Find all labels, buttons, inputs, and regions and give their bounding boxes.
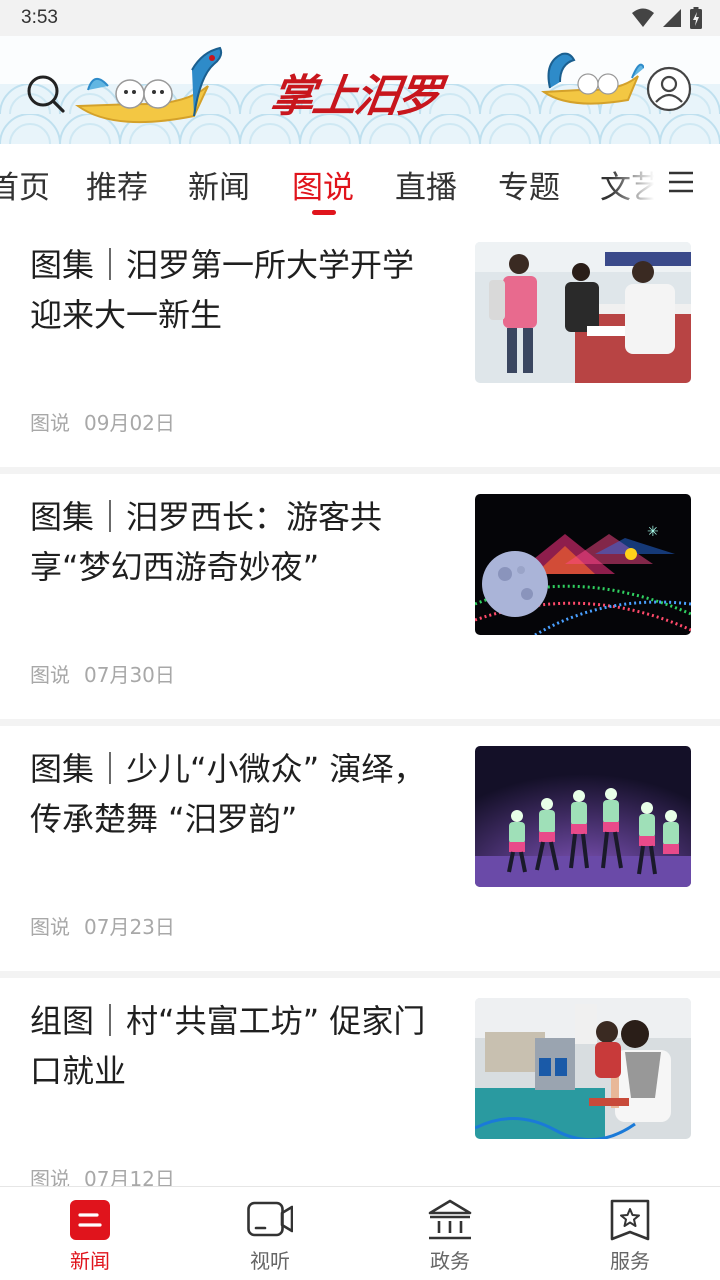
status-icons: [632, 7, 702, 29]
feed-item[interactable]: 图集｜汨罗第一所大学开学迎来大一新生 图说 09月02日: [0, 222, 720, 467]
svg-text:✳: ✳: [647, 524, 659, 540]
nav-news-label: 新闻: [70, 1249, 110, 1273]
tabs-fade: [610, 144, 662, 222]
nav-government-label: 政务: [430, 1249, 470, 1273]
nav-service[interactable]: 服务: [540, 1187, 720, 1280]
nav-government[interactable]: 政务: [360, 1187, 540, 1280]
tab-topics[interactable]: 专题: [498, 162, 560, 207]
feed-separator: [0, 467, 720, 474]
dragon-boat-decoration-right: [541, 52, 644, 105]
feed-separator: [0, 719, 720, 726]
tab-news[interactable]: 新闻: [188, 162, 250, 207]
government-building-icon: [428, 1199, 472, 1240]
status-time: 3:53: [21, 7, 58, 28]
feed-item-title[interactable]: 图集｜汨罗第一所大学开学迎来大一新生: [30, 240, 444, 340]
feed-item-date: 07月23日: [84, 915, 175, 939]
hamburger-menu-icon: [669, 171, 693, 193]
feed-item[interactable]: 图集｜汨罗西长：游客共享“梦幻西游奇妙夜” 图说 07月30日 ✳: [0, 474, 720, 719]
battery-icon: [690, 7, 702, 29]
feed-item-date: 07月30日: [84, 663, 175, 687]
tab-photo-stories[interactable]: 图说: [292, 162, 354, 207]
video-camera-icon: [247, 1201, 293, 1237]
search-icon: [27, 75, 65, 113]
news-icon: [70, 1200, 110, 1240]
feed-item[interactable]: 图集｜少儿“小微众” 演绎，传承楚舞 “汨罗韵” 图说 07月23日: [0, 726, 720, 971]
feed-item-title[interactable]: 组图｜村“共富工坊” 促家门口就业: [30, 996, 444, 1096]
service-bookmark-icon: [610, 1199, 650, 1241]
user-profile-button[interactable]: [646, 66, 692, 112]
tab-live[interactable]: 直播: [395, 162, 457, 207]
search-button[interactable]: [24, 72, 68, 116]
feed-item-title[interactable]: 图集｜汨罗西长：游客共享“梦幻西游奇妙夜”: [30, 492, 444, 592]
tab-home[interactable]: 首页: [0, 162, 50, 207]
status-bar: 3:53: [0, 0, 720, 36]
feed-item-thumbnail[interactable]: [475, 746, 691, 887]
feed-item-thumbnail[interactable]: [475, 998, 691, 1139]
wifi-icon: [632, 8, 654, 27]
feed-item-title[interactable]: 图集｜少儿“小微众” 演绎，传承楚舞 “汨罗韵”: [30, 744, 444, 844]
active-tab-indicator: [312, 210, 336, 215]
feed-item-thumbnail[interactable]: ✳: [475, 494, 691, 635]
signal-icon: [663, 9, 681, 27]
bottom-navigation: 新闻 视听 政务 服务: [0, 1186, 720, 1280]
feed-item-category: 图说: [30, 663, 70, 687]
channel-tabs: 首页 推荐 新闻 图说 直播 专题 文艺: [0, 144, 720, 222]
feed-item-meta: 图说 09月02日: [30, 407, 175, 436]
feed-item-category: 图说: [30, 915, 70, 939]
nav-service-label: 服务: [610, 1249, 650, 1273]
nav-news[interactable]: 新闻: [0, 1187, 180, 1280]
feed-item-category: 图说: [30, 411, 70, 435]
channel-menu-button[interactable]: [662, 144, 720, 222]
news-feed: 图集｜汨罗第一所大学开学迎来大一新生 图说 09月02日 图集｜汨罗西长：游客共…: [0, 222, 720, 1223]
feed-separator: [0, 971, 720, 978]
dragon-boat-decoration: [75, 46, 223, 124]
tab-recommend[interactable]: 推荐: [86, 162, 148, 207]
feed-item-date: 09月02日: [84, 411, 175, 435]
app-logo: 掌上汨罗: [267, 71, 443, 122]
nav-media-label: 视听: [250, 1249, 290, 1273]
app-header: 掌上汨罗: [0, 36, 720, 144]
feed-item-meta: 图说 07月23日: [30, 911, 175, 940]
user-icon: [646, 66, 692, 112]
feed-item-meta: 图说 07月30日: [30, 659, 175, 688]
feed-item-thumbnail[interactable]: [475, 242, 691, 383]
nav-media[interactable]: 视听: [180, 1187, 360, 1280]
